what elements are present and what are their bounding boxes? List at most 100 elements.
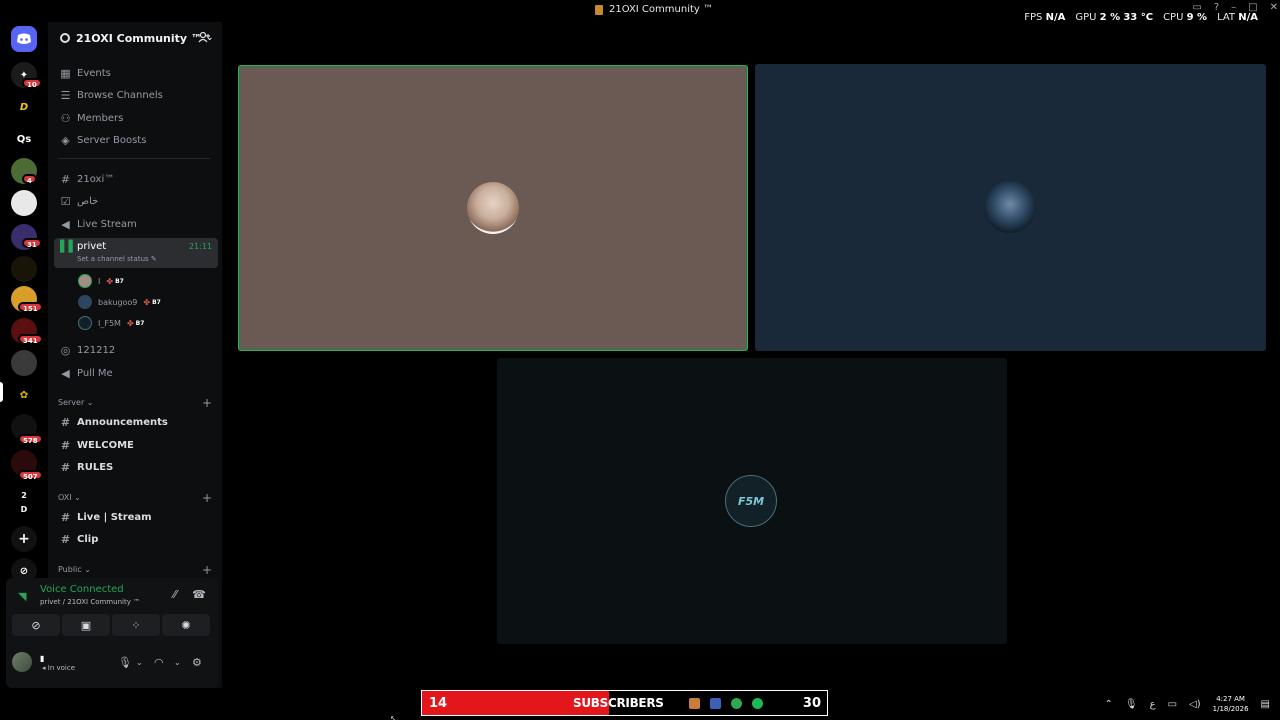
category-server[interactable]: Server ⌄ + [58,396,212,410]
voice-duration: 21:11 [188,242,212,251]
nav-server-boosts[interactable]: ◈ Server Boosts [54,130,218,150]
spotify-icon[interactable] [752,697,763,709]
mention-badge: 31 [22,238,42,249]
settings-gear-icon[interactable]: ⚙ [192,656,202,669]
inbox-icon[interactable]: ▭ [1192,2,1201,13]
participant-tile[interactable]: F5M [497,358,1007,644]
participant-tile-speaking[interactable] [238,65,748,351]
chevron-up-icon[interactable]: ⌃ [1105,699,1113,710]
volume-icon[interactable]: ◁) [1189,699,1201,710]
screen-share-icon: ▣ [80,618,92,632]
channel-live-stream[interactable]: ◀ Live Stream [54,214,218,234]
activities-button[interactable]: ⁘ [112,614,160,636]
maximize-button[interactable]: □ [1248,2,1257,13]
checkbox-channel-icon: ☑ [60,194,71,208]
cursor-icon: ↖ [390,714,397,720]
add-channel-icon[interactable]: + [202,563,212,577]
hash-icon: # [60,438,71,452]
voice-channel-path[interactable]: privet / 21OXI Community ™ [40,598,140,606]
mention-badge: 4 [22,174,37,185]
language-indicator[interactable]: ع [1150,699,1156,710]
voice-user-name: I [98,276,101,286]
participant-tile[interactable] [755,64,1266,351]
nav-members-label: Members [77,112,124,124]
microphone-icon[interactable]: 🎙 [1125,699,1138,710]
user-tag: ✤ B7 [126,318,145,328]
window-controls: ▭ ? – □ ✕ [1192,2,1278,13]
nav-events[interactable]: ▦ Events [54,63,218,83]
selected-server-pill [0,382,3,402]
list-icon: ☰ [60,88,71,102]
subscriber-widget[interactable]: 14 SUBSCRIBERS 30 [421,690,828,716]
disconnect-icon[interactable]: ☎ [192,588,206,602]
server-icon-7[interactable] [11,256,37,282]
server-icon-2[interactable]: D [11,94,37,120]
server-icon-qs[interactable]: Qs [11,126,37,152]
channel-label: Announcements [77,416,168,428]
channel-status-link[interactable]: Set a channel status ✎ [77,255,157,263]
server-icon-11[interactable]: ✿ [11,382,37,408]
server-icon-5[interactable] [11,190,37,216]
camera-off-button[interactable]: ⊘ [12,614,60,636]
app-icon[interactable] [689,697,700,709]
clock[interactable]: 4:27 AM 1/18/2026 [1213,694,1249,714]
channel-label: Live Stream [77,218,137,230]
guild-header[interactable]: 21OXI Community ™ ⌄ [48,22,222,54]
nav-members[interactable]: ⚇ Members [54,108,218,128]
chevron-down-icon[interactable]: ⌄ [174,658,181,667]
server-folder[interactable]: 2 D [11,490,37,516]
channel-privet[interactable]: ▌▌ privet 21:11 Set a channel status ✎ [54,238,218,268]
notification-icon[interactable]: ▤ [1261,699,1270,710]
add-channel-icon[interactable]: + [202,396,212,410]
channel-clip[interactable]: # Clip [54,529,218,549]
channel-label: Live | Stream [77,511,152,523]
nav-browse-channels[interactable]: ☰ Browse Channels [54,85,218,105]
help-icon[interactable]: ? [1214,2,1219,13]
channel-rules[interactable]: # RULES [54,457,218,477]
tag-icon: ✤ [126,318,134,328]
close-button[interactable]: ✕ [1270,2,1278,13]
minimize-button[interactable]: – [1231,2,1236,13]
category-public[interactable]: Public ⌄ + [58,563,212,577]
signal-icon[interactable]: ◥ [18,590,30,603]
home-button[interactable] [11,26,37,52]
voice-active-icon: ▌▌ [60,240,77,253]
add-server-button[interactable]: + [11,526,37,552]
soundboard-button[interactable]: ✺ [162,614,210,636]
discord-window: 21OXI Community ™ FPS N/A GPU 2 % 33 °C … [0,0,1280,720]
participant-avatar: F5M [725,475,777,527]
channel-label: 21oxi™ [77,173,115,185]
mention-badge: 341 [18,334,43,345]
channel-welcome[interactable]: # WELCOME [54,435,218,455]
voice-user[interactable]: bakugoo9 ✤ B7 [78,294,161,310]
noise-suppression-icon[interactable]: ⁄⁄ [168,588,182,602]
xbox-icon[interactable] [731,697,742,709]
chevron-down-icon[interactable]: ⌄ [136,658,143,667]
channel-label: RULES [77,461,114,473]
channel-121212[interactable]: ◎ 121212 [54,340,218,360]
microphone-icon[interactable]: 🎙 [118,656,132,669]
channel-announcements[interactable]: # Announcements [54,412,218,432]
share-screen-button[interactable]: ▣ [62,614,110,636]
add-channel-icon[interactable]: + [202,491,212,505]
channel-private[interactable]: ☑ خاص [54,191,218,211]
user-avatar[interactable] [12,652,32,672]
headphones-icon[interactable]: ◠ [154,656,164,669]
folder-label-bottom: D [20,505,28,514]
channel-pull-me[interactable]: ◀ Pull Me [54,363,218,383]
channel-live-stream-text[interactable]: # Live | Stream [54,507,218,527]
invite-icon[interactable] [198,31,210,43]
camera-off-icon: ⊘ [31,618,41,632]
speaker-icon: ◀ [61,217,70,231]
server-icon-10[interactable] [11,350,37,376]
app-icon[interactable] [710,697,721,709]
mention-badge: 151 [18,302,43,313]
avatar [78,295,92,309]
clock-time: 4:27 AM [1216,695,1245,703]
channel-label: Clip [77,533,99,545]
voice-user[interactable]: I_F5M ✤ B7 [78,315,144,331]
channel-21oxi[interactable]: #21oxi™ [54,169,218,189]
network-icon[interactable]: ▭ [1168,699,1177,710]
category-oxi[interactable]: OXI ⌄ + [58,491,212,505]
voice-user[interactable]: I ✤ B7 [78,273,124,289]
